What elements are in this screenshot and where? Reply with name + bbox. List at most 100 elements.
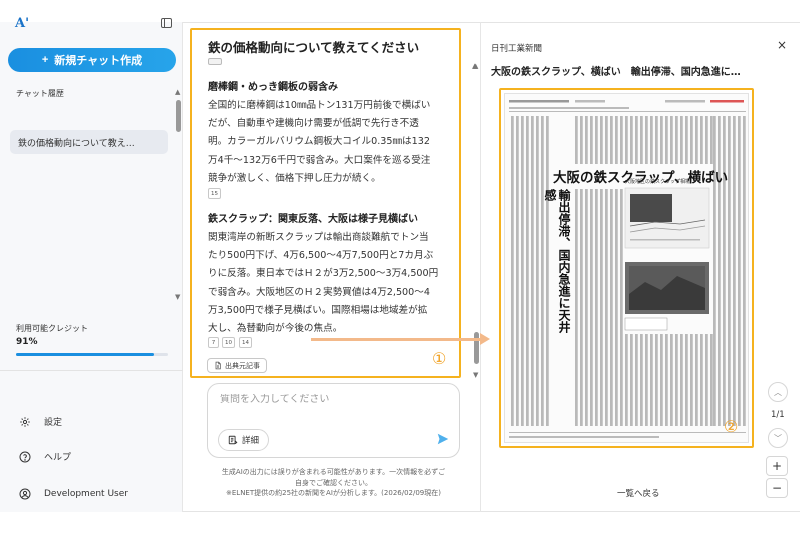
text-column xyxy=(705,116,708,164)
settings-label: 設定 xyxy=(44,418,63,428)
text-column xyxy=(695,334,698,426)
body-line: だが、自動車や建機向け需要が低調で先行き不透 xyxy=(208,118,419,130)
text-column xyxy=(690,334,693,426)
sidebar-collapse-icon[interactable] xyxy=(161,18,172,28)
text-column xyxy=(620,116,623,164)
app-logo: A' xyxy=(15,16,30,31)
citation-chip[interactable]: 7 xyxy=(208,337,219,348)
text-column xyxy=(615,116,618,164)
text-column xyxy=(625,334,628,426)
newspaper-vertical-headline: 輸出停滞、国内急進に天井感 xyxy=(543,189,571,333)
settings-link[interactable]: 設定 xyxy=(19,415,62,428)
close-icon[interactable]: × xyxy=(777,38,787,52)
citation-chip[interactable]: 10 xyxy=(222,337,235,348)
text-column xyxy=(526,116,529,426)
text-column xyxy=(531,116,534,426)
text-column xyxy=(675,116,678,164)
text-column xyxy=(645,116,648,164)
text-column xyxy=(733,116,736,426)
text-column xyxy=(665,334,668,426)
user-menu[interactable]: Development User xyxy=(19,488,128,500)
page-up-button[interactable]: ︿ xyxy=(768,382,788,402)
user-name: Development User xyxy=(44,489,128,499)
newspaper-page-image: 大阪の鉄スクラップ、横ばい 輸出停滞、国内急進に天井感 大阪地区の鉄スクラップ相… xyxy=(504,93,749,443)
publisher-name: 日刊工業新聞 xyxy=(491,44,543,54)
chat-scrollbar[interactable] xyxy=(474,332,479,364)
text-column xyxy=(600,189,603,426)
text-column xyxy=(620,189,623,426)
text-column xyxy=(743,116,746,426)
text-column xyxy=(690,116,693,164)
zoom-out-button[interactable]: − xyxy=(766,478,788,498)
new-chat-button[interactable]: + 新規チャット作成 xyxy=(8,48,176,72)
citation-chip[interactable]: 14 xyxy=(239,337,252,348)
disclaimer-line: 生成AIの出力には誤りが含まれる可能性があります。一次情報を必ずご xyxy=(221,468,446,476)
plus-icon: + xyxy=(41,54,49,66)
text-column xyxy=(605,116,608,164)
source-article-button[interactable]: 出典元記事 xyxy=(207,358,267,373)
text-column xyxy=(723,116,726,426)
send-icon[interactable] xyxy=(436,432,450,446)
body-line: 大し、為替動向が今後の焦点。 xyxy=(208,323,343,335)
text-column xyxy=(610,189,613,426)
text-column xyxy=(595,189,598,426)
chat-scroll-down-icon[interactable]: ▼ xyxy=(473,371,478,379)
detail-label: 詳細 xyxy=(242,436,260,446)
annotation-arrow-head xyxy=(480,333,490,345)
annotation-marker-2: ② xyxy=(724,417,739,436)
text-column xyxy=(536,116,539,426)
text-column xyxy=(685,334,688,426)
chat-history-label: チャット履歴 xyxy=(16,89,64,98)
text-column xyxy=(590,116,593,164)
text-column xyxy=(640,334,643,426)
sidebar-scroll-up-icon[interactable]: ▲ xyxy=(175,88,180,96)
text-column xyxy=(680,334,683,426)
text-column xyxy=(650,116,653,164)
back-to-list-link[interactable]: 一覧へ戻る xyxy=(617,487,660,499)
text-column xyxy=(655,116,658,164)
text-column xyxy=(635,334,638,426)
newspaper-chart-caption: 大阪地区の鉄スクラップ相場 xyxy=(625,179,691,185)
zoom-in-button[interactable]: + xyxy=(766,456,788,476)
text-column xyxy=(660,334,663,426)
body-line: りに反落。東日本ではＨ２が3万2,500〜3万4,500円 xyxy=(208,268,439,280)
history-item[interactable]: 鉄の価格動向について教え… xyxy=(10,130,168,154)
text-column xyxy=(546,116,549,426)
body-line: 全国的に磨棒鋼は10㎜品トン131万円前後で横ばい xyxy=(208,100,431,111)
body-line: 万4千〜132万6千円で弱含み。大口案件を巡る受注 xyxy=(208,154,431,166)
document-icon xyxy=(215,361,221,370)
text-column xyxy=(718,116,721,426)
text-column xyxy=(585,116,588,164)
text-column xyxy=(575,189,578,426)
text-column xyxy=(728,116,731,426)
help-circle-icon xyxy=(19,451,31,462)
text-column xyxy=(710,116,713,164)
text-column xyxy=(670,116,673,164)
text-column xyxy=(680,116,683,164)
text-column xyxy=(645,334,648,426)
page-down-button[interactable]: ﹀ xyxy=(768,428,788,448)
text-column xyxy=(700,334,703,426)
body-line: で弱含み。大阪地区のＨ２実勢買値は4万2,500〜4 xyxy=(208,286,430,298)
text-column xyxy=(650,334,653,426)
text-column xyxy=(685,116,688,164)
text-column xyxy=(670,334,673,426)
credit-value: 91% xyxy=(16,337,38,347)
body-line: 明。カラーガルバリウム鋼板大コイル0.35㎜は132 xyxy=(208,136,430,148)
section-heading: 鉄スクラップ：関東反落、大阪は様子見横ばい xyxy=(208,214,418,225)
text-column xyxy=(590,189,593,426)
citation-chip[interactable]: 15 xyxy=(208,188,221,199)
question-input[interactable] xyxy=(220,394,445,405)
disclaimer-line: ※ELNET提供の約25社の新聞をAIが分析します。(2026/02/09現在) xyxy=(226,489,441,497)
text-column xyxy=(516,116,519,426)
detail-button[interactable]: 詳細 xyxy=(218,429,270,451)
viewer-scroll-up-icon[interactable]: ▲ xyxy=(472,62,477,70)
sidebar-scroll-down-icon[interactable]: ▼ xyxy=(175,293,180,301)
text-column xyxy=(575,116,578,164)
gear-icon xyxy=(20,416,30,427)
text-column xyxy=(595,116,598,164)
help-link[interactable]: ヘルプ xyxy=(19,450,71,463)
sidebar-scrollbar[interactable] xyxy=(176,100,181,132)
credit-progress-bar xyxy=(16,353,168,356)
help-label: ヘルプ xyxy=(44,453,72,463)
